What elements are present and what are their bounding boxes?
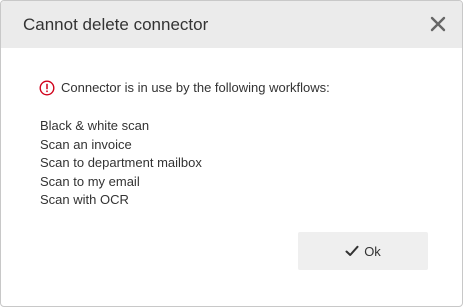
message-row: Connector is in use by the following wor… bbox=[39, 79, 330, 97]
close-icon bbox=[428, 14, 448, 34]
workflow-item: Scan an invoice bbox=[40, 136, 132, 152]
ok-button-label: Ok bbox=[364, 243, 381, 259]
workflow-item: Scan to my email bbox=[40, 173, 140, 189]
dialog-header: Cannot delete connector bbox=[1, 1, 462, 48]
message-text: Connector is in use by the following wor… bbox=[61, 80, 330, 95]
workflow-item: Black & white scan bbox=[40, 118, 150, 133]
ok-button[interactable]: Ok bbox=[298, 232, 428, 270]
exclamation-circle-icon bbox=[39, 80, 55, 96]
dialog-title: Cannot delete connector bbox=[23, 15, 209, 34]
cannot-delete-dialog: Cannot delete connector Connector is in … bbox=[0, 0, 463, 307]
workflow-list: Black & white scan Scan an invoice Scan … bbox=[40, 117, 202, 210]
workflow-item: Scan with OCR bbox=[40, 192, 129, 207]
workflow-item: Scan to department mailbox bbox=[40, 155, 202, 170]
check-icon bbox=[345, 244, 359, 258]
close-button[interactable] bbox=[428, 14, 448, 34]
